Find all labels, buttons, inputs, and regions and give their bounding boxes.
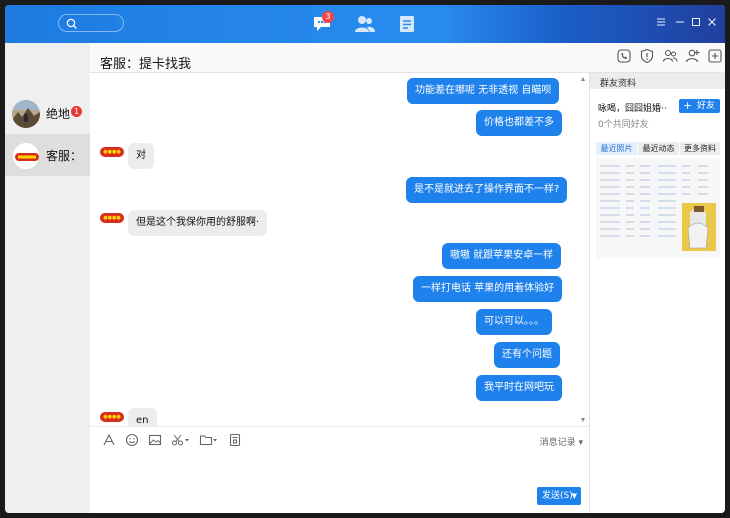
- conversation-item-kefu[interactable]: 客服：: [5, 134, 90, 176]
- tab-recent-photos[interactable]: 最近照片: [596, 142, 637, 155]
- chat-title: 客服：提卡找我: [100, 57, 192, 72]
- message-history-button[interactable]: 消息记录 ▾: [540, 435, 583, 448]
- title-bar: 3: [5, 5, 725, 43]
- contact-name: 客服：: [46, 149, 83, 163]
- compose-toolbar: 消息记录 ▾: [90, 426, 589, 452]
- panel-header: 群友资料: [590, 73, 725, 89]
- message-bubble-incoming: 但是这个我保你用的舒服啊·: [128, 210, 268, 236]
- send-label: 发送(S): [542, 491, 573, 501]
- message-bubble-outgoing: 还有个问题: [494, 342, 560, 368]
- message-bubble-incoming: en: [128, 408, 157, 426]
- add-friend-button[interactable]: + 好友: [679, 99, 720, 113]
- profile-tabs: 最近照片 最近动态 更多资料: [596, 142, 720, 155]
- conversation-list: 绝地 1 客服：: [5, 43, 90, 513]
- message-bubble-outgoing: 可以可以。。。: [476, 309, 552, 335]
- member-profile-panel: 群友资料 咏喝，囧囧姐婚·· + 好友 0个共同好友 最近照片 最近动态 更多资…: [589, 73, 725, 513]
- shield-icon[interactable]: [639, 48, 655, 64]
- shake-window-icon[interactable]: [228, 433, 242, 447]
- send-button[interactable]: 发送(S) ▼: [537, 487, 581, 505]
- panel-title: 群友资料: [600, 79, 637, 89]
- recent-photo-thumbnail[interactable]: [596, 158, 720, 258]
- group-members-icon[interactable]: [662, 48, 678, 64]
- voice-call-icon[interactable]: [616, 48, 632, 64]
- search-input[interactable]: [58, 14, 124, 32]
- avatar: [12, 142, 40, 170]
- add-person-icon[interactable]: [685, 48, 701, 64]
- emoji-icon[interactable]: [125, 433, 139, 447]
- more-apps-icon[interactable]: [707, 48, 723, 64]
- plus-icon: +: [683, 99, 693, 112]
- chat-window: 3 绝地 1 客服： 客服：提卡找我 功能差在哪呢 无非透视 自瞄呗 价格也都差…: [5, 5, 725, 513]
- sender-avatar: ●●●●: [100, 412, 124, 422]
- tab-recent-activity[interactable]: 最近动态: [638, 142, 679, 155]
- add-friend-label: 好友: [697, 101, 716, 111]
- message-bubble-incoming: 对: [128, 143, 154, 169]
- send-options-chevron-down-icon[interactable]: ▼: [572, 487, 577, 505]
- notes-tab-icon[interactable]: [399, 15, 415, 33]
- common-friends-count: 0个共同好友: [598, 120, 649, 130]
- minimize-icon[interactable]: [675, 17, 685, 27]
- sender-avatar: ●●●●: [100, 147, 124, 157]
- message-bubble-outgoing: 一样打电话 苹果的用着体验好: [413, 276, 563, 302]
- sender-avatar: ●●●●: [100, 213, 124, 223]
- message-bubble-outgoing: 是不是就进去了操作界面不一样?: [406, 177, 568, 203]
- tab-more-info[interactable]: 更多资料: [680, 142, 720, 155]
- message-bubble-outgoing: 价格也都差不多: [476, 110, 562, 136]
- member-name: 咏喝，囧囧姐婚··: [598, 104, 667, 114]
- chat-header: 客服：提卡找我: [90, 43, 725, 73]
- font-icon[interactable]: [102, 433, 116, 447]
- message-bubble-outgoing: 嗷嗷 就跟苹果安卓一样: [442, 243, 562, 269]
- screenshot-scissors-icon[interactable]: [171, 433, 191, 447]
- file-folder-icon[interactable]: [199, 433, 219, 447]
- message-input[interactable]: 发送(S) ▼: [90, 452, 589, 513]
- search-icon: [66, 18, 77, 29]
- image-icon[interactable]: [148, 433, 162, 447]
- contact-name: 绝地: [46, 107, 71, 121]
- message-bubble-outgoing: 我平时在网吧玩: [476, 375, 562, 401]
- maximize-icon[interactable]: [691, 17, 701, 27]
- avatar: [12, 100, 40, 128]
- close-icon[interactable]: [707, 17, 717, 27]
- message-scrollbar[interactable]: [580, 75, 586, 424]
- message-count-badge: 3: [322, 11, 334, 23]
- unread-badge: 1: [71, 106, 82, 117]
- message-bubble-outgoing: 功能差在哪呢 无非透视 自瞄呗: [407, 78, 560, 104]
- menu-icon[interactable]: [656, 17, 666, 27]
- contacts-tab-icon[interactable]: [354, 15, 376, 33]
- conversation-item-jue-di[interactable]: 绝地 1: [5, 92, 90, 134]
- message-list: 功能差在哪呢 无非透视 自瞄呗 价格也都差不多 ●●●● 对 是不是就进去了操作…: [90, 73, 589, 426]
- message-history-label: 消息记录: [539, 438, 576, 448]
